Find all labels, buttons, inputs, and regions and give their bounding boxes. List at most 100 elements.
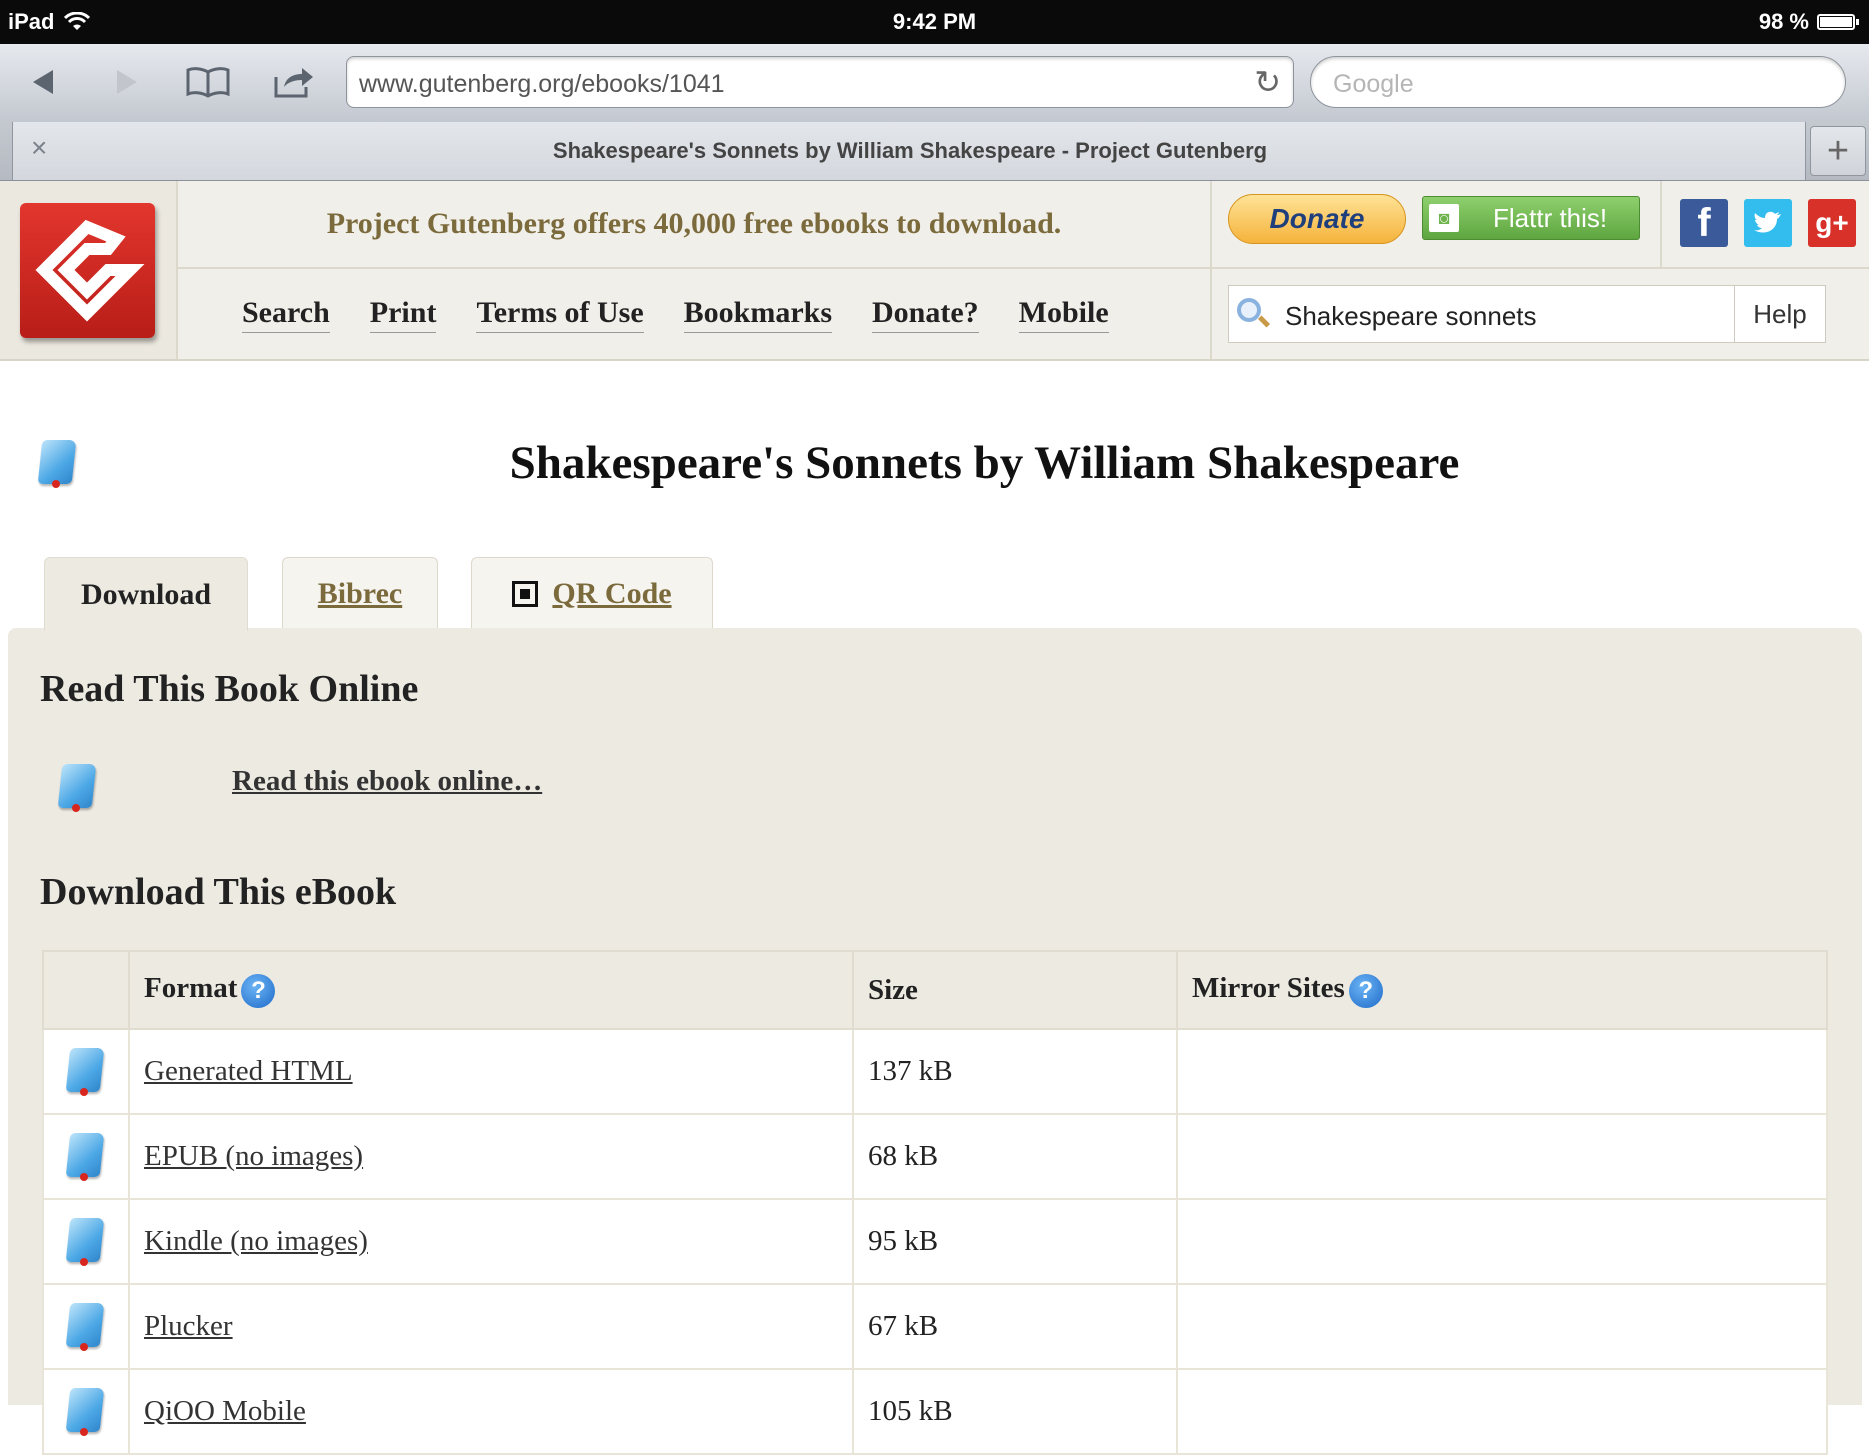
site-search-value: Shakespeare sonnets (1285, 301, 1537, 331)
help-icon[interactable]: ? (241, 973, 276, 1008)
tab-title: Shakespeare's Sonnets by William Shakesp… (552, 138, 1268, 163)
browser-toolbar: www.gutenberg.org/ebooks/1041 ↻ Google (0, 44, 1869, 123)
mirror-header-label: Mirror Sites (1192, 972, 1345, 1005)
read-online-link[interactable]: Read this ebook online… (232, 765, 542, 798)
ebook-icon (65, 1388, 105, 1436)
social-links: f g+ (1660, 181, 1869, 269)
site-search-cell: Shakespeare sonnets Help (1210, 269, 1869, 359)
logo-glyph-icon (35, 219, 145, 322)
flattr-label: Flattr this! (1493, 203, 1608, 233)
nav-search[interactable]: Search (242, 296, 330, 333)
tab-qr-code[interactable]: QR Code (471, 557, 713, 629)
format-cell: EPUB (no images) (128, 1113, 854, 1200)
format-column-header: Format? (128, 950, 854, 1030)
size-cell: 137 kB (852, 1028, 1178, 1115)
nav-terms-of-use[interactable]: Terms of Use (476, 296, 644, 333)
format-link[interactable]: EPUB (no images) (144, 1140, 363, 1172)
back-button[interactable] (16, 54, 72, 110)
mirror-cell (1176, 1198, 1828, 1285)
icon-column-header (42, 950, 130, 1030)
table-row: Generated HTML 137 kB (42, 1028, 1828, 1115)
ebook-icon (65, 1133, 105, 1181)
logo-cell (0, 181, 178, 359)
ebook-icon (65, 1048, 105, 1096)
flattr-button[interactable]: ◙ Flattr this! (1422, 196, 1640, 240)
address-bar[interactable]: www.gutenberg.org/ebooks/1041 ↻ (346, 56, 1294, 108)
format-cell: Plucker (128, 1283, 854, 1370)
search-field[interactable]: Google (1310, 56, 1846, 108)
format-header-label: Format (144, 972, 238, 1005)
size-column-header: Size (852, 950, 1178, 1030)
size-cell: 95 kB (852, 1198, 1178, 1285)
row-icon-cell (42, 1113, 130, 1200)
table-row: EPUB (no images) 68 kB (42, 1113, 1828, 1200)
site-search-input[interactable]: Shakespeare sonnets Help (1228, 285, 1826, 343)
row-icon-cell (42, 1198, 130, 1285)
status-bar: iPad 9:42 PM 98 % (0, 0, 1869, 44)
format-link[interactable]: Kindle (no images) (144, 1225, 368, 1257)
tab-qr-code-label: QR Code (552, 576, 672, 610)
size-cell: 105 kB (852, 1368, 1178, 1455)
bookmarks-button[interactable] (180, 54, 236, 110)
forward-button[interactable] (98, 54, 154, 110)
url-text: www.gutenberg.org/ebooks/1041 (359, 70, 725, 98)
search-placeholder: Google (1333, 70, 1414, 98)
nav-mobile[interactable]: Mobile (1018, 296, 1109, 333)
tab-download[interactable]: Download (44, 557, 248, 631)
tab-bibrec[interactable]: Bibrec (282, 557, 438, 629)
format-link[interactable]: Generated HTML (144, 1055, 353, 1087)
qr-code-icon (512, 580, 539, 607)
reload-icon[interactable]: ↻ (1254, 63, 1281, 101)
tab-bibrec-label: Bibrec (317, 576, 403, 610)
search-icon (1237, 298, 1261, 322)
google-plus-icon[interactable]: g+ (1808, 199, 1856, 247)
new-tab-button[interactable]: + (1810, 126, 1866, 176)
ebook-icon (65, 1218, 105, 1266)
twitter-icon[interactable] (1744, 199, 1792, 247)
site-header: Project Gutenberg offers 40,000 free ebo… (0, 181, 1869, 361)
nav-bookmarks[interactable]: Bookmarks (683, 296, 832, 333)
donate-button[interactable]: Donate (1228, 194, 1406, 244)
back-arrow-icon (33, 70, 53, 94)
twitter-bird-icon (1754, 211, 1781, 233)
table-row: Plucker 67 kB (42, 1283, 1828, 1370)
facebook-icon[interactable]: f (1680, 199, 1728, 247)
mirror-cell (1176, 1113, 1828, 1200)
format-cell: QiOO Mobile (128, 1368, 854, 1455)
table-row: QiOO Mobile 105 kB (42, 1368, 1828, 1455)
search-help-button[interactable]: Help (1734, 286, 1825, 342)
share-icon (274, 68, 313, 98)
donate-cell: Donate ◙ Flattr this! (1210, 181, 1660, 269)
ebook-icon (65, 1303, 105, 1351)
nav-print[interactable]: Print (369, 296, 437, 333)
row-icon-cell (42, 1028, 130, 1115)
mirror-column-header: Mirror Sites? (1176, 950, 1828, 1030)
format-cell: Kindle (no images) (128, 1198, 854, 1285)
mirror-cell (1176, 1028, 1828, 1115)
nav-donate[interactable]: Donate? (872, 296, 979, 333)
format-cell: Generated HTML (128, 1028, 854, 1115)
download-heading: Download This eBook (40, 871, 397, 913)
download-table: Format? Size Mirror Sites? Generated HTM… (42, 950, 1828, 1455)
read-online-heading: Read This Book Online (40, 668, 419, 710)
battery-icon (1817, 14, 1859, 30)
gutenberg-logo[interactable] (20, 203, 155, 338)
row-icon-cell (42, 1283, 130, 1370)
format-link[interactable]: Plucker (144, 1310, 233, 1342)
battery-percent: 98 % (1758, 9, 1809, 34)
share-button[interactable] (266, 54, 322, 110)
page-title: Shakespeare's Sonnets by William Shakesp… (509, 437, 1460, 489)
book-open-icon (186, 67, 230, 98)
site-nav: Search Print Terms of Use Bookmarks Dona… (178, 269, 1210, 359)
mirror-cell (1176, 1283, 1828, 1370)
tab-bar: × Shakespeare's Sonnets by William Shake… (0, 122, 1869, 181)
help-icon[interactable]: ? (1348, 973, 1383, 1008)
flattr-icon: ◙ (1429, 204, 1459, 232)
row-icon-cell (42, 1368, 130, 1455)
mirror-cell (1176, 1368, 1828, 1455)
table-row: Kindle (no images) 95 kB (42, 1198, 1828, 1285)
size-cell: 67 kB (852, 1283, 1178, 1370)
active-tab[interactable]: × Shakespeare's Sonnets by William Shake… (12, 122, 1806, 180)
site-tagline: Project Gutenberg offers 40,000 free ebo… (178, 181, 1210, 269)
format-link[interactable]: QiOO Mobile (144, 1395, 306, 1427)
